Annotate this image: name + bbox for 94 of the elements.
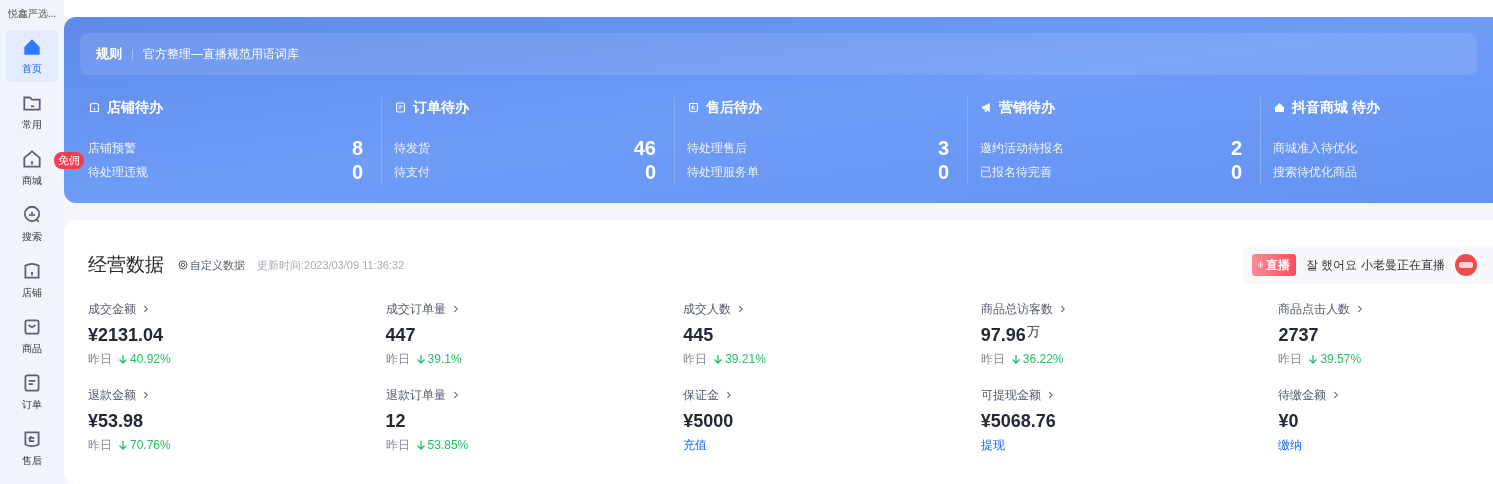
compare-label: 昨日 <box>88 437 112 454</box>
sidebar-item[interactable]: 订单 <box>6 366 58 418</box>
section-title: 经营数据 <box>88 252 164 277</box>
house-icon <box>1273 101 1286 114</box>
todo-label[interactable]: 待处理违规 <box>88 163 148 181</box>
metric-value: 12 <box>385 410 406 433</box>
change-percent: 39.21% <box>725 351 766 368</box>
metric-value: ¥2131.04 <box>88 324 164 347</box>
megaphone-icon <box>980 101 993 114</box>
metric-label[interactable]: 退款金额 <box>88 386 136 404</box>
metric-label[interactable]: 商品总访客数 <box>980 300 1053 318</box>
metric-label[interactable]: 成交订单量 <box>385 300 446 318</box>
metric-label[interactable]: 商品点击人数 <box>1278 300 1351 318</box>
chevron-right-icon[interactable] <box>1356 305 1365 313</box>
sound-wave-icon <box>1258 261 1263 269</box>
metric-value: 447 <box>385 324 416 347</box>
live-text: 잘 했어요 小老曼正在直播 <box>1306 257 1445 274</box>
chevron-right-icon[interactable] <box>737 305 746 313</box>
down-arrow-icon <box>415 440 426 450</box>
metric-label[interactable]: 可提现金额 <box>980 386 1041 404</box>
todo-title: 抖音商城 待办 <box>1292 98 1380 117</box>
compare-label: 昨日 <box>980 351 1005 368</box>
metric-label[interactable]: 待缴金额 <box>1278 386 1327 404</box>
change-percent: 39.1% <box>427 351 462 368</box>
todo-title: 店铺待办 <box>107 98 163 117</box>
avatar <box>1454 254 1477 276</box>
chevron-right-icon[interactable] <box>451 305 460 313</box>
change-percent: 53.85% <box>427 437 469 454</box>
todo-label[interactable]: 店铺预警 <box>88 139 136 157</box>
change-percent: 39.57% <box>1320 351 1362 368</box>
compare-label: 昨日 <box>88 351 112 368</box>
metric-label[interactable]: 成交金额 <box>88 300 136 318</box>
compare-label: 昨日 <box>1278 351 1303 368</box>
sidebar-item[interactable]: 搜索 <box>6 198 58 250</box>
sidebar-item[interactable]: 店铺 <box>6 254 58 306</box>
metric-value: 97.96 <box>980 324 1026 347</box>
sidebar-item[interactable]: 售后 <box>6 422 58 474</box>
todo-label[interactable]: 已报名待完善 <box>980 163 1052 181</box>
metric-value: 2737 <box>1278 324 1319 347</box>
down-arrow-icon <box>1010 354 1021 364</box>
shop-icon <box>88 101 101 114</box>
metric-value: 445 <box>683 324 714 347</box>
compare-label: 昨日 <box>385 351 410 368</box>
chevron-right-icon[interactable] <box>1332 391 1341 399</box>
sidebar-item[interactable]: 首页 <box>6 30 58 82</box>
todo-label[interactable]: 待处理售后 <box>687 139 747 157</box>
notice-link[interactable]: 官方整理—直播规范用语词库 <box>143 45 299 63</box>
house-icon <box>21 148 43 170</box>
document-icon <box>394 101 407 114</box>
chevron-right-icon[interactable] <box>142 305 150 313</box>
down-arrow-icon <box>1308 354 1319 364</box>
change-percent: 70.76% <box>130 437 171 454</box>
change-percent: 36.22% <box>1022 351 1064 368</box>
chevron-right-icon[interactable] <box>1058 305 1067 313</box>
store-name: 悦鑫严选... <box>7 7 57 21</box>
action-link[interactable]: 提现 <box>980 436 1005 454</box>
todo-label[interactable]: 商城准入待优化 <box>1273 139 1357 157</box>
compare-label: 昨日 <box>385 437 410 454</box>
down-arrow-icon <box>713 354 724 364</box>
metric-label[interactable]: 退款订单量 <box>385 386 446 404</box>
action-link[interactable]: 充值 <box>683 436 708 454</box>
metric-label[interactable]: 成交人数 <box>683 300 732 318</box>
live-badge: 直播 <box>1252 254 1296 276</box>
metric-value: ¥5068.76 <box>980 410 1056 433</box>
custom-data-link[interactable]: 自定义数据 <box>178 256 245 274</box>
update-time: 更新时间:2023/03/09 11:36:32 <box>257 257 405 273</box>
chevron-right-icon[interactable] <box>1046 391 1055 399</box>
notice-tag: 规则 <box>96 44 122 64</box>
todo-label[interactable]: 邀约活动待报名 <box>980 139 1064 157</box>
chevron-right-icon[interactable] <box>451 391 460 399</box>
chevron-right-icon[interactable] <box>725 391 734 399</box>
metric-unit: 万 <box>1026 323 1040 341</box>
todo-label[interactable]: 搜索待优化商品 <box>1273 163 1357 181</box>
todo-title: 营销待办 <box>999 98 1055 117</box>
metric-value: ¥5000 <box>683 410 734 433</box>
down-arrow-icon <box>118 354 128 364</box>
down-arrow-icon <box>415 354 426 364</box>
target-icon <box>178 260 188 270</box>
down-arrow-icon <box>118 440 128 450</box>
sidebar-item[interactable]: 商品 <box>6 310 58 362</box>
chevron-right-icon[interactable] <box>142 391 150 399</box>
change-percent: 40.92% <box>130 351 171 368</box>
metric-value: ¥53.98 <box>88 410 144 433</box>
promo-badge: 免佣 <box>54 152 84 169</box>
live-banner[interactable]: 直播 잘 했어요 小老曼正在直播 <box>1243 246 1493 284</box>
action-link[interactable]: 缴纳 <box>1278 436 1303 454</box>
todo-label[interactable]: 待处理服务单 <box>687 163 759 181</box>
compare-label: 昨日 <box>683 351 708 368</box>
metric-label[interactable]: 保证金 <box>683 386 720 404</box>
todo-title: 售后待办 <box>706 98 762 117</box>
metric-value: ¥0 <box>1278 410 1299 433</box>
return-icon <box>687 101 700 114</box>
sidebar-item[interactable]: 常用 <box>6 86 58 138</box>
todo-title: 订单待办 <box>413 98 469 117</box>
